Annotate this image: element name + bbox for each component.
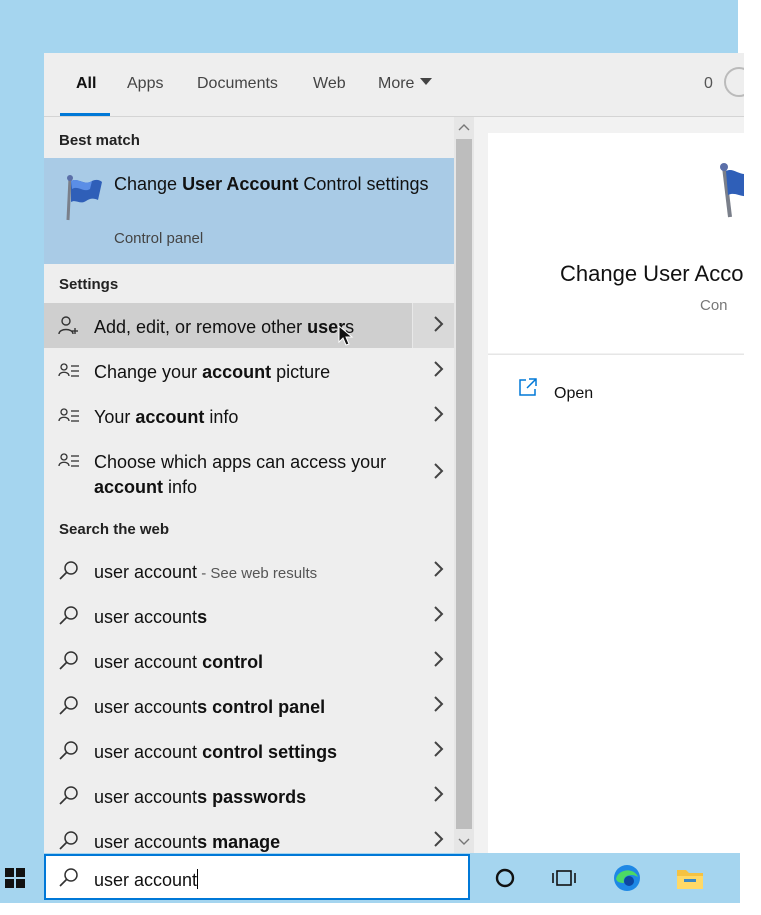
search-icon (59, 741, 78, 760)
taskbar-search-box[interactable]: user account (44, 854, 470, 900)
search-icon (59, 561, 78, 580)
preview-pane: Change User Acco Con Open (474, 117, 744, 853)
web-suggestion-label: user accounts control panel (94, 697, 326, 717)
settings-item-account-info[interactable]: Your account info (44, 393, 454, 438)
web-suggestion[interactable]: user accounts (44, 593, 454, 638)
web-suggestion[interactable]: user account - See web results (44, 548, 454, 593)
settings-header: Settings (59, 276, 119, 293)
uac-flag-icon (720, 163, 744, 218)
web-suggestion[interactable]: user accounts passwords (44, 773, 454, 818)
results-scrollbar[interactable] (454, 117, 474, 853)
search-icon (59, 651, 78, 670)
open-external-icon (519, 378, 537, 396)
chevron-right-icon[interactable] (432, 461, 446, 481)
caret-down-icon (420, 78, 433, 85)
person-list-icon (58, 408, 79, 422)
preview-card: Change User Acco Con (488, 133, 744, 353)
settings-item-app-access[interactable]: Choose which apps can access your accoun… (44, 438, 454, 504)
person-add-icon (58, 316, 78, 335)
tab-all[interactable]: All (76, 75, 96, 93)
tab-web[interactable]: Web (313, 75, 346, 93)
web-suggestion-label: user account control settings (94, 742, 338, 762)
settings-item-label: Change your account picture (94, 362, 331, 382)
chevron-right-icon[interactable] (432, 829, 446, 849)
tab-documents[interactable]: Documents (197, 75, 278, 93)
web-suggestion[interactable]: user account control settings (44, 728, 454, 773)
web-suggestion-label: user account - See web results (94, 562, 318, 582)
chevron-right-icon[interactable] (432, 359, 446, 379)
uac-flag-icon (66, 175, 102, 221)
mouse-cursor-icon (338, 325, 354, 346)
settings-item-add-users[interactable]: Add, edit, or remove other users (44, 303, 455, 348)
preview-title: Change User Acco (560, 261, 744, 286)
scroll-up-icon[interactable] (458, 122, 470, 134)
best-match-header: Best match (59, 132, 140, 149)
edge-icon[interactable] (612, 863, 642, 893)
settings-item-label: Choose which apps can access your accoun… (94, 452, 387, 497)
open-action[interactable]: Open (554, 385, 593, 403)
chevron-right-icon[interactable] (432, 649, 446, 669)
chevron-right-icon[interactable] (432, 784, 446, 804)
tab-more[interactable]: More (378, 75, 433, 93)
search-input[interactable]: user account (94, 869, 199, 891)
results-list: Best match Change User Account Control s… (44, 117, 455, 853)
tab-apps[interactable]: Apps (127, 75, 163, 93)
chevron-right-icon[interactable] (432, 314, 446, 334)
tab-more-label: More (378, 75, 415, 92)
web-suggestion[interactable]: user account control (44, 638, 454, 683)
filter-tabs: All Apps Documents Web More 0 (44, 53, 744, 117)
avatar[interactable] (724, 67, 744, 97)
preview-actions: Open (488, 354, 744, 853)
settings-item-label: Your account info (94, 407, 239, 427)
chevron-right-icon[interactable] (432, 604, 446, 624)
text-caret (197, 869, 199, 889)
best-match-title: Change User Account Control settings (114, 174, 429, 194)
person-list-icon (58, 453, 79, 467)
search-icon (59, 786, 78, 805)
file-explorer-icon[interactable] (676, 865, 704, 891)
web-suggestion-label: user accounts manage (94, 832, 281, 852)
torn-edge-bottom (0, 903, 761, 915)
task-view-icon[interactable] (551, 865, 577, 891)
web-suggestion-label: user accounts (94, 607, 208, 627)
settings-item-label: Add, edit, or remove other users (94, 317, 355, 337)
person-list-icon (58, 363, 79, 377)
tab-active-indicator (60, 113, 110, 116)
scrollbar-thumb[interactable] (456, 139, 472, 829)
best-match-subtitle: Control panel (114, 230, 204, 247)
web-suggestion[interactable]: user accounts manage (44, 818, 454, 853)
search-icon (59, 831, 78, 850)
scroll-down-icon[interactable] (458, 835, 470, 847)
search-icon (59, 696, 78, 715)
taskbar: user account (0, 853, 740, 903)
start-search-panel: All Apps Documents Web More 0 Best match… (44, 53, 744, 853)
search-web-header: Search the web (59, 521, 170, 538)
chevron-right-icon[interactable] (432, 739, 446, 759)
best-match-item[interactable]: Change User Account Control settings Con… (44, 158, 454, 264)
preview-subtitle: Con (700, 297, 728, 314)
chevron-right-icon[interactable] (432, 404, 446, 424)
search-icon (59, 606, 78, 625)
web-suggestion-label: user account control (94, 652, 264, 672)
chevron-right-icon[interactable] (432, 694, 446, 714)
chevron-right-icon[interactable] (432, 559, 446, 579)
rewards-count: 0 (704, 75, 713, 92)
search-icon (59, 868, 78, 887)
web-suggestion-label: user accounts passwords (94, 787, 307, 807)
settings-item-account-picture[interactable]: Change your account picture (44, 348, 454, 393)
windows-start-icon[interactable] (4, 867, 26, 889)
cortana-circle-icon[interactable] (492, 865, 518, 891)
web-suggestion[interactable]: user accounts control panel (44, 683, 454, 728)
